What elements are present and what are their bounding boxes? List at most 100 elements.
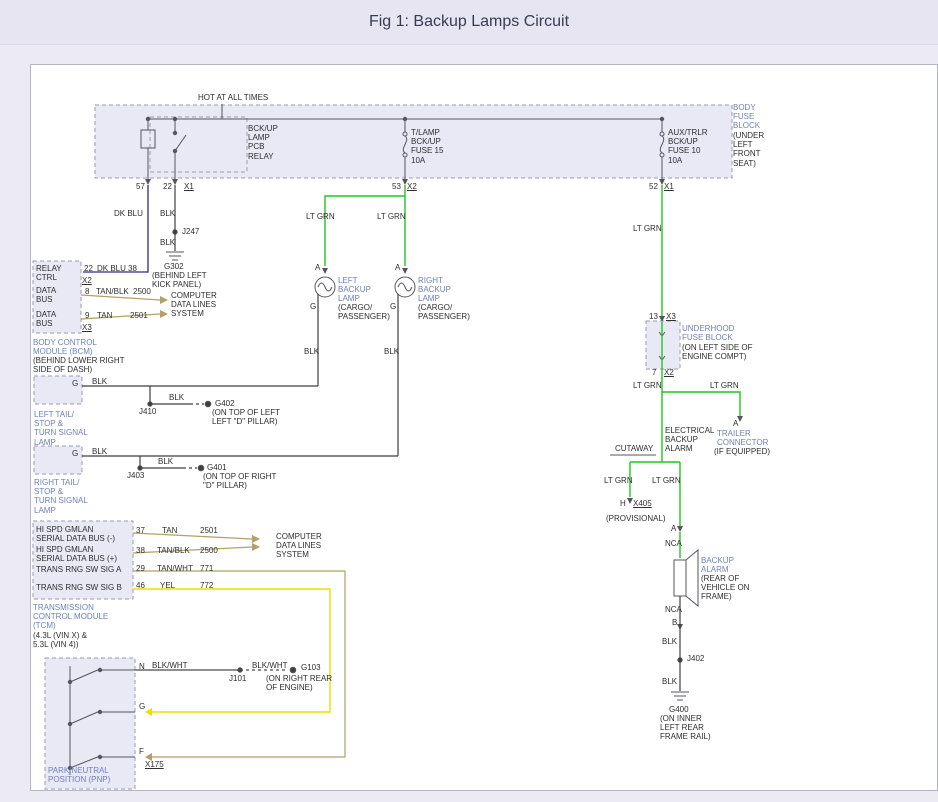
- right-tail-lamp-name: RIGHT TAIL/ STOP & TURN SIGNAL LAMP: [34, 478, 88, 515]
- left-tail-lamp-name: LEFT TAIL/ STOP & TURN SIGNAL LAMP: [34, 410, 88, 447]
- tcm-pin-37: 37: [136, 526, 145, 535]
- tcm-circuit-771: 771: [200, 564, 213, 573]
- left-lamp-terminal-g: G: [310, 302, 316, 311]
- wire-label-lt-grn-7: LT GRN: [652, 476, 681, 485]
- trailer-connector-location: (IF EQUIPPED): [714, 447, 770, 456]
- bcm-pin-22: 22: [84, 264, 93, 273]
- wire-label-lt-grn-3: LT GRN: [633, 224, 662, 233]
- right-lamp-terminal-a: A: [395, 263, 400, 272]
- connector-x405: X405: [633, 499, 652, 508]
- connector-x1-left: X1: [184, 182, 194, 191]
- bcm-wire-tan: TAN: [97, 311, 112, 320]
- pnp-name: PARK/NEUTRAL POSITION (PNP): [48, 766, 110, 784]
- wire-label-blk-1: BLK: [160, 209, 175, 218]
- pin-52: 52: [649, 182, 658, 191]
- wire-label-blk-8: BLK: [158, 457, 173, 466]
- tcm-row-sig-b: TRANS RNG SW SIG B: [36, 583, 122, 592]
- page: Fig 1: Backup Lamps Circuit: [0, 0, 938, 802]
- circuit-38: 38: [128, 264, 137, 273]
- tcm-circuit-2501: 2501: [200, 526, 218, 535]
- underhood-pin-13: 13: [649, 312, 658, 321]
- wire-label-blk-5: BLK: [92, 377, 107, 386]
- ground-g402: G402: [215, 399, 235, 408]
- backup-alarm-symbol: [674, 560, 686, 596]
- bcm-connector-x3: X3: [82, 323, 92, 332]
- circuit-2500: 2500: [133, 287, 151, 296]
- tcm-engine-spec: (4.3L (VIN X) & 5.3L (VIN 4)): [33, 631, 87, 649]
- computer-data-lines-2: COMPUTER DATA LINES SYSTEM: [276, 532, 322, 560]
- pnp-connector-x175: X175: [145, 760, 164, 769]
- ground-g103: G103: [301, 663, 321, 672]
- underhood-fuse-block-box: [646, 321, 680, 369]
- splice-j247: J247: [182, 227, 199, 236]
- bcm-wire-dk-blu: DK BLU: [97, 264, 126, 273]
- provisional-label: (PROVISIONAL): [606, 514, 666, 523]
- computer-data-lines-1: COMPUTER DATA LINES SYSTEM: [171, 291, 217, 319]
- tcm-circuit-772: 772: [200, 581, 213, 590]
- pnp-terminal-n: N: [139, 662, 145, 671]
- bcm-name: BODY CONTROL MODULE (BCM): [33, 338, 97, 356]
- wire-label-lt-grn-1: LT GRN: [306, 212, 335, 221]
- bcm-connector-x2: X2: [82, 276, 92, 285]
- ground-g103-location: (ON RIGHT REAR OF ENGINE): [266, 674, 332, 692]
- x405-terminal-h: H: [620, 499, 626, 508]
- bcm-data-bus-label-1: DATA BUS: [36, 286, 56, 304]
- nca-label-1: NCA: [665, 539, 682, 548]
- fuse1-label: T/LAMP BCK/UP FUSE 15 10A: [411, 128, 443, 165]
- wire-label-blk-9: BLK: [662, 637, 677, 646]
- cutaway-label: CUTAWAY: [615, 444, 653, 453]
- fuse2-label: AUX/TRLR BCK/UP FUSE 10 10A: [668, 128, 708, 165]
- body-fuse-block-location: (UNDER LEFT FRONT SEAT): [733, 131, 764, 168]
- ground-g302: G302: [164, 262, 184, 271]
- connector-x2: X2: [407, 182, 417, 191]
- bcm-location: (BEHIND LOWER RIGHT SIDE OF DASH): [33, 356, 125, 374]
- splice-j403: J403: [127, 471, 144, 480]
- tcm-pin-29: 29: [136, 564, 145, 573]
- tcm-row-gmlan-plus: HI SPD GMLAN SERIAL DATA BUS (+): [36, 545, 117, 563]
- underhood-connector-x2: X2: [664, 368, 674, 377]
- right-backup-lamp-name: RIGHT BACKUP LAMP: [418, 276, 451, 304]
- bcm-pin-8: 8: [85, 287, 89, 296]
- ground-g400-location: (ON INNER LEFT REAR FRAME RAIL): [660, 714, 711, 742]
- pin-22: 22: [163, 182, 172, 191]
- ground-g401: G401: [207, 463, 227, 472]
- right-tail-terminal-g: G: [72, 449, 78, 458]
- wire-label-blk-2: BLK: [160, 238, 175, 247]
- hot-at-all-times-label: HOT AT ALL TIMES: [198, 93, 268, 102]
- pnp-terminal-f: F: [139, 747, 144, 756]
- wire-label-blk-wht-1: BLK/WHT: [152, 661, 188, 670]
- splice-j402: J402: [687, 654, 704, 663]
- wires-lt-grn: [325, 185, 740, 558]
- pnp-terminal-g: G: [139, 702, 145, 711]
- pin-53: 53: [392, 182, 401, 191]
- wire-label-blk-6: BLK: [169, 393, 184, 402]
- bcm-relay-ctrl-label: RELAY CTRL: [36, 264, 62, 282]
- wires-blk: [82, 185, 680, 691]
- ground-g401-location: (ON TOP OF RIGHT "D" PILLAR): [203, 472, 276, 490]
- left-backup-lamp-location: (CARGO/ PASSENGER): [338, 303, 390, 321]
- left-backup-lamp-name: LEFT BACKUP LAMP: [338, 276, 371, 304]
- tcm-circuit-2500: 2500: [200, 546, 218, 555]
- bcm-data-bus-label-2: DATA BUS: [36, 310, 56, 328]
- wire-label-lt-grn-6: LT GRN: [604, 476, 633, 485]
- nca-label-2: NCA: [665, 605, 682, 614]
- alarm-terminal-b: B: [672, 618, 677, 627]
- wire-label-lt-grn-2: LT GRN: [377, 212, 406, 221]
- connector-x1-right: X1: [664, 182, 674, 191]
- tcm-wire-tan-wht: TAN/WHT: [157, 564, 193, 573]
- wire-label-dk-blu: DK BLU: [114, 209, 143, 218]
- ground-g400: G400: [669, 705, 689, 714]
- relay-label: BCK/UP LAMP PCB RELAY: [248, 124, 278, 161]
- wiring-diagram-svg: [0, 0, 938, 802]
- underhood-fuse-block-name: UNDERHOOD FUSE BLOCK: [682, 324, 734, 342]
- tcm-wire-tan-blk: TAN/BLK: [157, 546, 190, 555]
- wire-label-blk-wht-2: BLK/WHT: [252, 661, 288, 670]
- trailer-terminal-a: A: [733, 419, 738, 428]
- tcm-pin-46: 46: [136, 581, 145, 590]
- wire-label-blk-3: BLK: [304, 347, 319, 356]
- splice-j101: J101: [229, 674, 246, 683]
- body-fuse-block-name: BODY FUSE BLOCK: [733, 103, 760, 131]
- tcm-row-gmlan-minus: HI SPD GMLAN SERIAL DATA BUS (-): [36, 525, 115, 543]
- tcm-wire-tan: TAN: [162, 526, 177, 535]
- underhood-fuse-block-location: (ON LEFT SIDE OF ENGINE COMPT): [682, 343, 753, 361]
